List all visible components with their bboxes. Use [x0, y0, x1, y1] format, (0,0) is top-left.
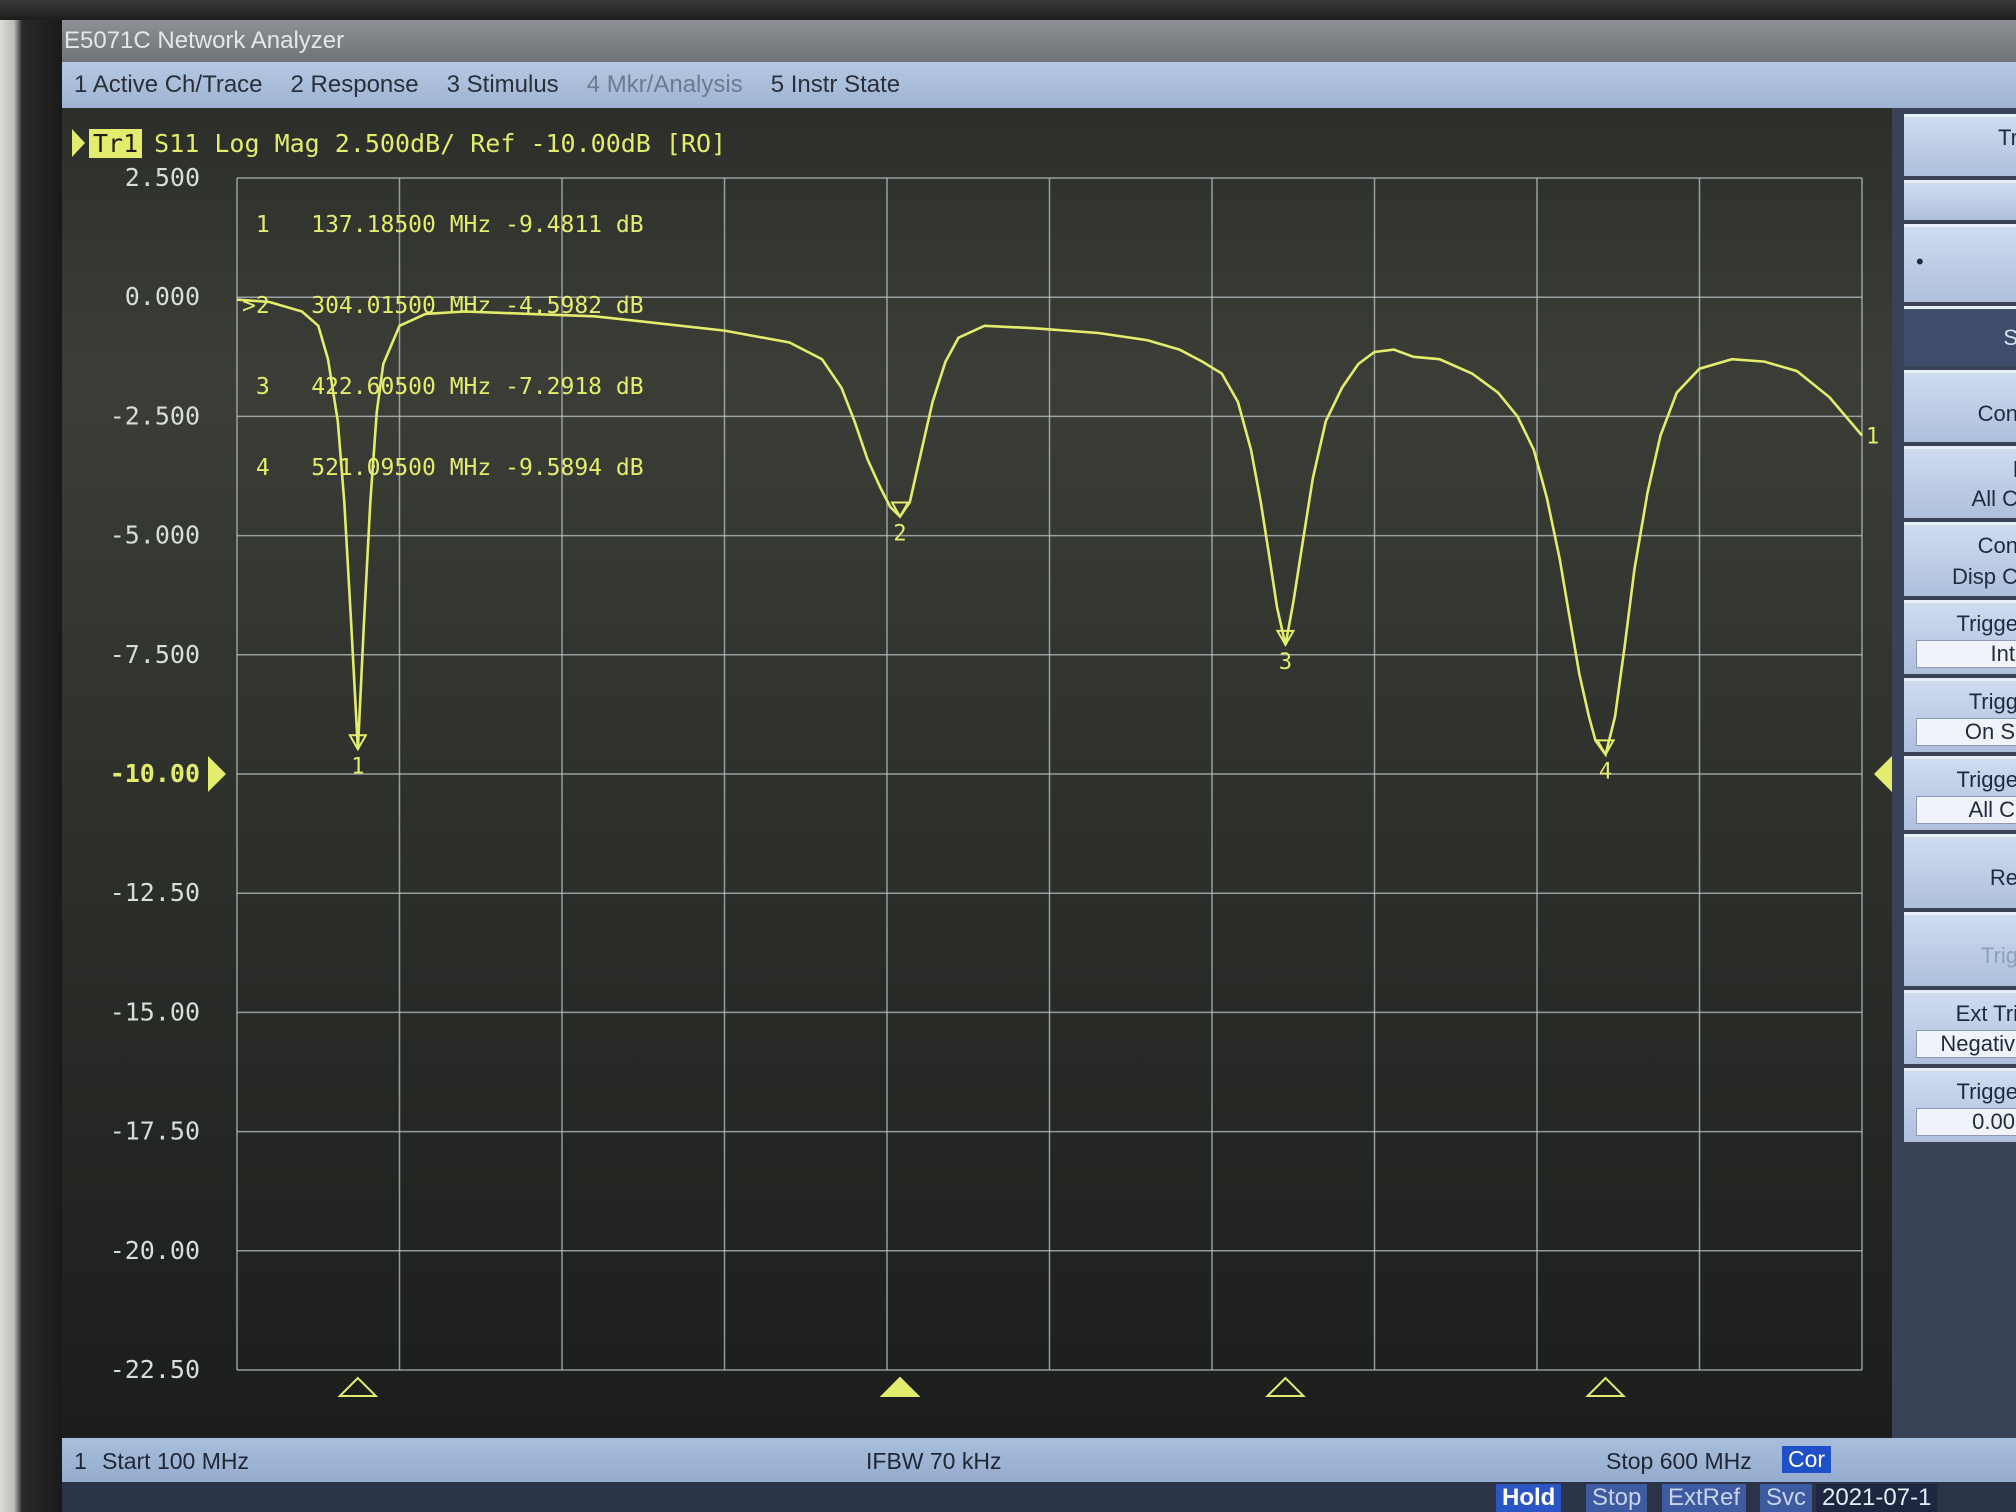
softkey-value: On S	[1916, 718, 2016, 746]
softkey-trigger-disabled: Trig	[1904, 912, 2016, 986]
menu-response[interactable]: 2 Response	[291, 71, 419, 99]
softkey-trigger-event[interactable]: Trigg On S	[1904, 678, 2016, 752]
marker-readout-table: 1 137.18500 MHz -9.4811 dB >2 304.01500 …	[242, 158, 644, 536]
softkey-all-channels[interactable]: lAll C	[1904, 446, 2016, 518]
y-tick-label: -7.500	[110, 640, 200, 669]
y-tick-label: -20.00	[110, 1236, 200, 1265]
hold-indicator: Hold	[1496, 1484, 1562, 1512]
softkey-label: •	[1916, 249, 1924, 274]
softkey-label: Con	[1977, 533, 2016, 558]
softkey-label: Re	[1989, 865, 2016, 890]
correction-badge: Cor	[1782, 1446, 1832, 1473]
menu-stimulus[interactable]: 3 Stimulus	[447, 71, 559, 99]
menu-mkr-analysis[interactable]: 4 Mkr/Analysis	[587, 71, 743, 99]
reference-level-left-icon	[208, 756, 226, 792]
softkey-sublabel: All C	[1971, 486, 2016, 511]
softkey-bullet[interactable]: •	[1904, 224, 2016, 302]
y-tick-labels: 2.500 0.000 -2.500 -5.000 -7.500 -10.00 -12.50…	[110, 163, 200, 1384]
menu-instr-state[interactable]: 5 Instr State	[771, 71, 900, 99]
monitor-bezel-left	[0, 0, 62, 1512]
y-tick-label: -22.50	[110, 1355, 200, 1384]
stimulus-marker-2-icon	[879, 1376, 921, 1397]
marker-readout-row: >2 304.01500 MHz -4.5982 dB	[242, 293, 644, 319]
y-tick-label: -2.500	[110, 401, 200, 430]
softkey-value: Negativ	[1916, 1030, 2016, 1058]
menu-active-ch-trace[interactable]: 1 Active Ch/Trace	[74, 71, 263, 99]
trace-end-label: 1	[1866, 424, 1879, 449]
softkey-trigger-delay[interactable]: Trigge 0.00	[1904, 1068, 2016, 1142]
chart-area: 2.500 0.000 -2.500 -5.000 -7.500 -10.00 -12.50…	[62, 108, 1892, 1438]
softkey-label: Trigge	[1956, 611, 2016, 636]
channel-number: 1	[74, 1448, 87, 1474]
softkey-section: S	[1904, 306, 2016, 366]
stop-indicator: Stop	[1586, 1484, 1648, 1512]
softkey-label: Trigg	[1968, 689, 2016, 714]
marker-3-label: 3	[1279, 650, 1292, 675]
marker-1-label: 1	[351, 754, 364, 779]
marker-readout-row: 1 137.18500 MHz -9.4811 dB	[242, 212, 644, 238]
softkey-restart[interactable]: Re	[1904, 834, 2016, 908]
extref-indicator: ExtRef	[1662, 1484, 1747, 1512]
softkey-label: Ext Tri	[1955, 1001, 2016, 1026]
y-tick-label: -17.50	[110, 1117, 200, 1146]
active-trace-arrow-icon	[72, 129, 85, 157]
softkey-label: Trig	[1980, 943, 2016, 968]
softkey-continuous-disp[interactable]: Con Disp C	[1904, 522, 2016, 596]
softkey-ext-trigger[interactable]: Ext Tri Negativ	[1904, 990, 2016, 1064]
svc-indicator: Svc	[1760, 1484, 1813, 1512]
trace-header[interactable]: Tr1 S11 Log Mag 2.500dB/ Ref -10.00dB [R…	[72, 126, 726, 160]
softkey-sublabel: Disp C	[1951, 564, 2016, 589]
y-tick-label: 2.500	[125, 163, 200, 192]
marker-4-label: 4	[1599, 759, 1612, 784]
start-frequency[interactable]: Start 100 MHz	[102, 1448, 249, 1475]
softkey-label: Trigge	[1956, 1079, 2016, 1104]
softkey-value: Int	[1916, 640, 2016, 668]
y-tick-label: -10.00	[110, 759, 200, 788]
instrument-status-bar: Hold Stop ExtRef Svc 2021-07-1	[62, 1482, 2016, 1512]
y-tick-label: -15.00	[110, 997, 200, 1026]
softkey-trigger-source[interactable]: Trigge Int	[1904, 600, 2016, 674]
softkey-trigger-scope[interactable]: Trigge All C	[1904, 756, 2016, 830]
softkey-value: 0.00	[1916, 1108, 2016, 1136]
marker-readout-row: 4 521.09500 MHz -9.5894 dB	[242, 455, 644, 481]
trace-descriptor: S11 Log Mag 2.500dB/ Ref -10.00dB [RO]	[154, 128, 727, 158]
marker-readout-row: 3 422.60500 MHz -7.2918 dB	[242, 374, 644, 400]
softkey-label: Tr	[1998, 125, 2016, 150]
ifbw-setting[interactable]: IFBW 70 kHz	[866, 1448, 1001, 1475]
softkey-title: Tr	[1904, 114, 2016, 176]
softkey-panel: Tr • S Con lAll C Con Disp C Trigge Int Tr…	[1892, 108, 2016, 1438]
menu-bar: 1 Active Ch/Trace 2 Response 3 Stimulus …	[62, 62, 2016, 108]
window-title: E5071C Network Analyzer	[62, 20, 2016, 62]
trace-markers: 1 2 3 4	[348, 501, 1616, 784]
y-tick-label: -12.50	[110, 878, 200, 907]
stop-frequency[interactable]: Stop 600 MHz	[1606, 1448, 1752, 1475]
analyzer-screen: E5071C Network Analyzer 1 Active Ch/Trac…	[62, 20, 2016, 1512]
trace-id-badge[interactable]: Tr1	[89, 128, 143, 158]
softkey-value: All C	[1916, 796, 2016, 824]
stimulus-marker-3-icon	[1265, 1376, 1306, 1397]
y-tick-label: -5.000	[110, 521, 200, 550]
softkey-label: Trigge	[1956, 767, 2016, 792]
stimulus-marker-4-icon	[1585, 1376, 1626, 1397]
date-display: 2021-07-1	[1816, 1484, 1938, 1512]
monitor-bezel-top	[0, 0, 2016, 20]
softkey-continuous[interactable]: Con	[1904, 370, 2016, 442]
softkey-blank[interactable]	[1904, 180, 2016, 220]
status-bar: 1 Start 100 MHz IFBW 70 kHz Stop 600 MHz…	[62, 1438, 2016, 1482]
stimulus-marker-1-icon	[337, 1376, 379, 1397]
y-tick-label: 0.000	[125, 282, 200, 311]
marker-2-label: 2	[893, 521, 906, 546]
softkey-label: Con	[1977, 401, 2016, 426]
bottom-marker-indicators	[337, 1376, 1626, 1397]
reference-level-right-icon	[1874, 756, 1892, 792]
softkey-label: S	[2003, 325, 2016, 351]
